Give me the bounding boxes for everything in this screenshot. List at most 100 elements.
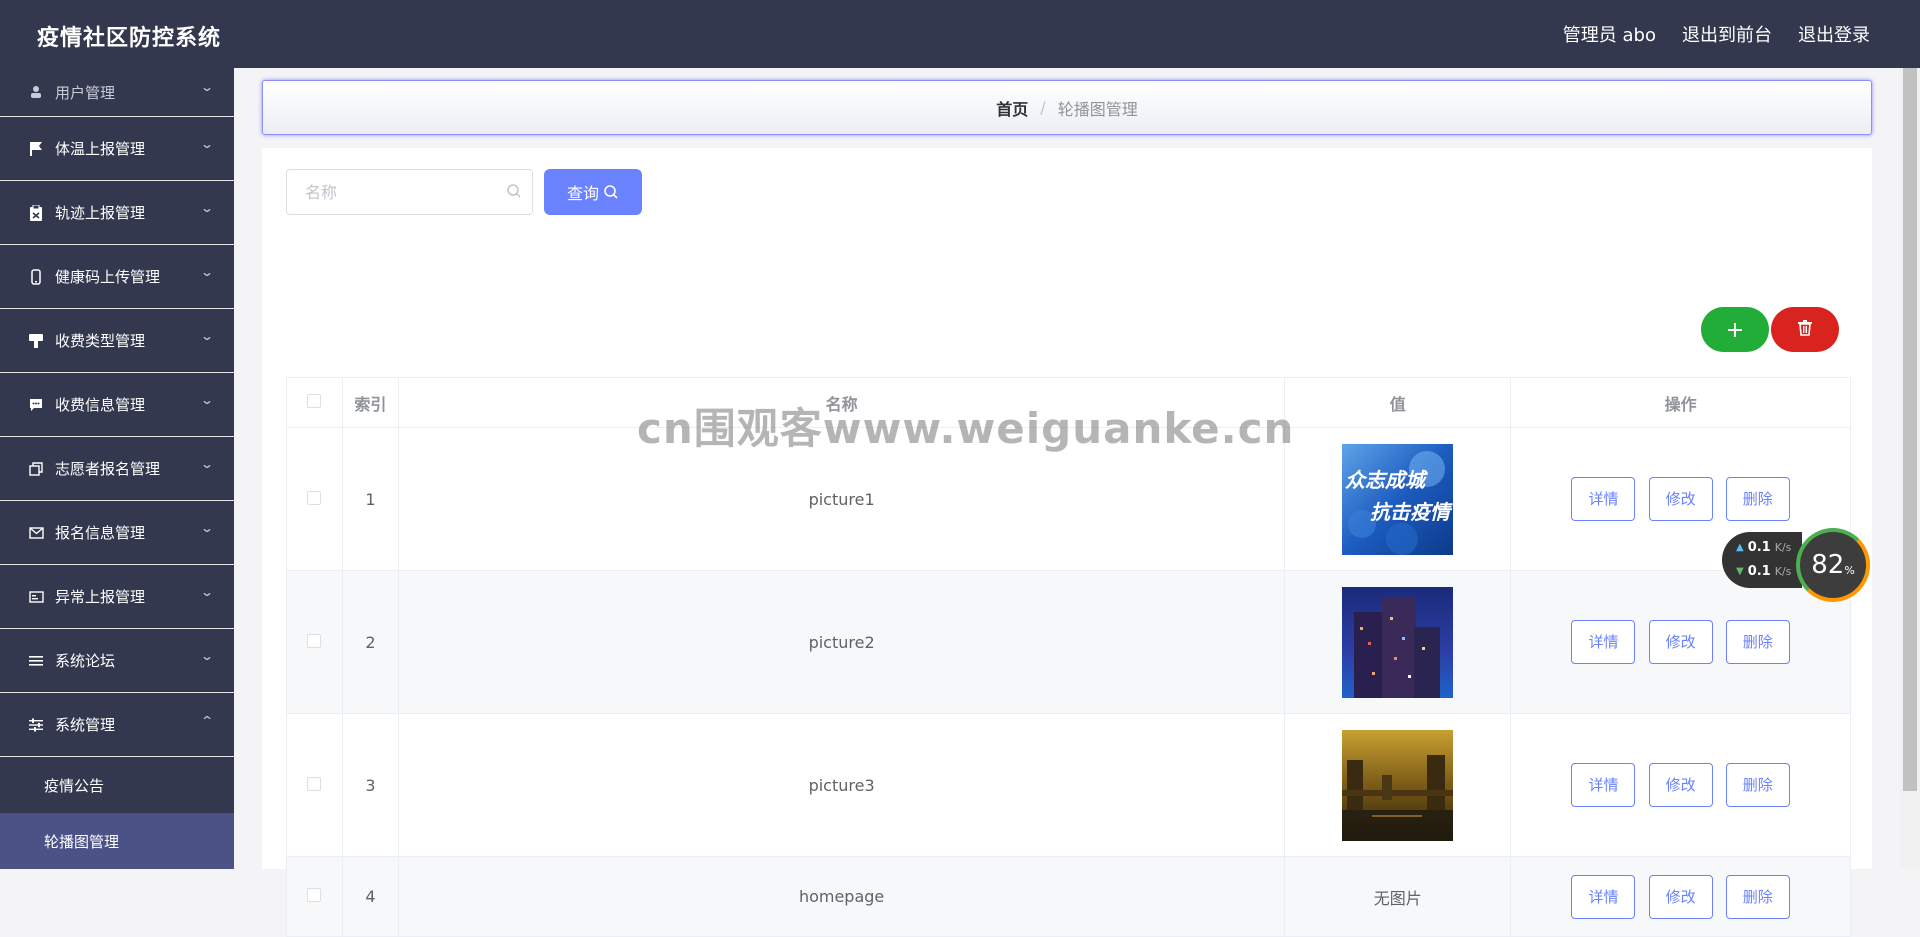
sidebar-item-label: 异常上报管理 <box>55 588 146 606</box>
sidebar-item-label: 健康码上传管理 <box>55 268 161 286</box>
network-speed-widget: ▲ 0.1 K/s ▼ 0.1 K/s <box>1722 532 1802 588</box>
edit-button[interactable]: 修改 <box>1648 620 1713 664</box>
row-select-cell <box>286 427 343 571</box>
admin-user-link[interactable]: 管理员 abo <box>1563 21 1656 47</box>
search-field <box>286 169 533 215</box>
edit-button[interactable]: 修改 <box>1648 477 1713 521</box>
delete-button[interactable]: 删除 <box>1725 477 1790 521</box>
chevron-up-icon: ⌄ <box>199 712 215 727</box>
copy-icon <box>28 461 44 477</box>
row-checkbox[interactable] <box>307 633 322 648</box>
detail-button[interactable]: 详情 <box>1571 620 1636 664</box>
top-bar: 疫情社区防控系统 管理员 abo 退出到前台 退出登录 <box>0 0 1920 68</box>
phone-icon <box>28 268 44 285</box>
memory-gauge[interactable]: 82% <box>1796 528 1870 602</box>
banner-image-thumbnail <box>1342 729 1454 841</box>
logout-link[interactable]: 退出登录 <box>1798 21 1870 47</box>
banner-image-thumbnail <box>1342 586 1454 698</box>
row-index: 3 <box>341 713 399 857</box>
sidebar-item-label: 体温上报管理 <box>55 140 146 158</box>
sidebar-item-volunteer[interactable]: 志愿者报名管理 ⌄ <box>0 437 234 501</box>
row-actions: 详情 修改 删除 <box>1510 570 1851 714</box>
chevron-down-icon: ⌄ <box>199 648 215 663</box>
exit-to-frontend-link[interactable]: 退出到前台 <box>1682 21 1772 47</box>
watermark: cn围观客www.weiguanke.cn <box>637 404 1295 453</box>
app-title: 疫情社区防控系统 <box>37 26 222 51</box>
sidebar-item-system-management[interactable]: 系统管理 ⌄ <box>0 693 234 757</box>
sidebar-item-label: 收费信息管理 <box>55 396 146 414</box>
delete-button[interactable]: 删除 <box>1725 620 1790 664</box>
chevron-down-icon: ⌄ <box>199 80 215 94</box>
row-name: picture2 <box>397 570 1286 714</box>
sidebar-item-signup-info[interactable]: 报名信息管理 ⌄ <box>0 501 234 565</box>
download-speed-value: 0.1 <box>1747 564 1771 579</box>
sidebar-subitem-epidemic-notice[interactable]: 疫情公告 <box>0 757 234 813</box>
chevron-down-icon: ⌄ <box>199 392 215 407</box>
message-icon <box>28 525 44 541</box>
svg-text:众志成城: 众志成城 <box>1345 468 1428 492</box>
select-all-cell <box>286 377 343 428</box>
row-value <box>1284 713 1512 857</box>
edit-button[interactable]: 修改 <box>1648 874 1713 919</box>
brush-icon <box>28 333 44 349</box>
download-speed: ▼ 0.1 K/s <box>1736 564 1791 579</box>
add-button[interactable] <box>1701 307 1769 352</box>
sidebar-item-fee-type[interactable]: 收费类型管理 ⌄ <box>0 309 234 373</box>
trash-icon <box>1798 319 1812 340</box>
breadcrumb: 首页 / 轮播图管理 <box>262 80 1872 135</box>
postcard-icon <box>28 589 44 605</box>
header-actions: 操作 <box>1510 377 1851 428</box>
breadcrumb-current: 轮播图管理 <box>1057 99 1138 119</box>
breadcrumb-separator: / <box>1040 98 1046 117</box>
upload-speed-value: 0.1 <box>1747 540 1771 555</box>
detail-button[interactable]: 详情 <box>1571 477 1636 521</box>
user-icon <box>28 84 44 100</box>
row-checkbox[interactable] <box>307 490 322 505</box>
breadcrumb-home[interactable]: 首页 <box>996 96 1028 120</box>
detail-button[interactable]: 详情 <box>1571 763 1636 807</box>
sidebar-item-forum[interactable]: 系统论坛 ⌄ <box>0 629 234 693</box>
chevron-down-icon: ⌄ <box>199 200 215 215</box>
svg-text:抗击疫情: 抗击疫情 <box>1370 500 1453 524</box>
sidebar-item-user-management[interactable]: 用户管理 ⌄ <box>0 68 234 117</box>
chevron-down-icon: ⌄ <box>199 328 215 343</box>
batch-delete-button[interactable] <box>1771 307 1839 352</box>
search-icon <box>506 183 522 203</box>
page-scrollbar[interactable] <box>1900 68 1920 869</box>
chevron-down-icon: ⌄ <box>199 136 215 151</box>
select-all-checkbox[interactable] <box>307 394 322 408</box>
sidebar-item-fee-info[interactable]: 收费信息管理 ⌄ <box>0 373 234 437</box>
list-icon <box>28 653 44 669</box>
download-arrow-icon: ▼ <box>1736 566 1744 577</box>
scrollbar-thumb[interactable] <box>1903 68 1917 791</box>
plus-icon <box>1727 316 1743 344</box>
sidebar-item-label: 志愿者报名管理 <box>55 460 161 478</box>
row-index: 1 <box>341 427 399 571</box>
row-checkbox[interactable] <box>307 888 322 902</box>
sidebar-subitem-carousel[interactable]: 轮播图管理 <box>0 813 234 869</box>
chevron-down-icon: ⌄ <box>199 520 215 535</box>
row-select-cell <box>286 570 343 714</box>
sidebar-item-temperature[interactable]: 体温上报管理 ⌄ <box>0 117 234 181</box>
sidebar-item-abnormal[interactable]: 异常上报管理 ⌄ <box>0 565 234 629</box>
upload-speed: ▲ 0.1 K/s <box>1736 540 1791 555</box>
detail-button[interactable]: 详情 <box>1571 874 1636 919</box>
query-button[interactable]: 查询 <box>544 169 642 215</box>
table-row: 3 picture3 详情 修改 删除 <box>286 713 1851 857</box>
clipboard-icon <box>28 204 44 221</box>
search-input[interactable] <box>303 181 503 203</box>
edit-button[interactable]: 修改 <box>1648 763 1713 807</box>
row-name: picture3 <box>397 713 1286 857</box>
delete-button[interactable]: 删除 <box>1725 763 1790 807</box>
delete-button[interactable]: 删除 <box>1725 874 1790 919</box>
sidebar-item-track[interactable]: 轨迹上报管理 ⌄ <box>0 181 234 245</box>
chevron-down-icon: ⌄ <box>199 264 215 279</box>
upload-speed-unit: K/s <box>1774 541 1792 554</box>
download-speed-unit: K/s <box>1774 565 1792 578</box>
sidebar-item-label: 收费类型管理 <box>55 332 146 350</box>
banner-image-thumbnail: 众志成城 抗击疫情 <box>1342 443 1454 555</box>
header-value: 值 <box>1284 377 1512 428</box>
row-checkbox[interactable] <box>307 776 322 791</box>
sidebar-item-health-code[interactable]: 健康码上传管理 ⌄ <box>0 245 234 309</box>
content-area: 首页 / 轮播图管理 查询 索引 名称 <box>234 68 1886 937</box>
